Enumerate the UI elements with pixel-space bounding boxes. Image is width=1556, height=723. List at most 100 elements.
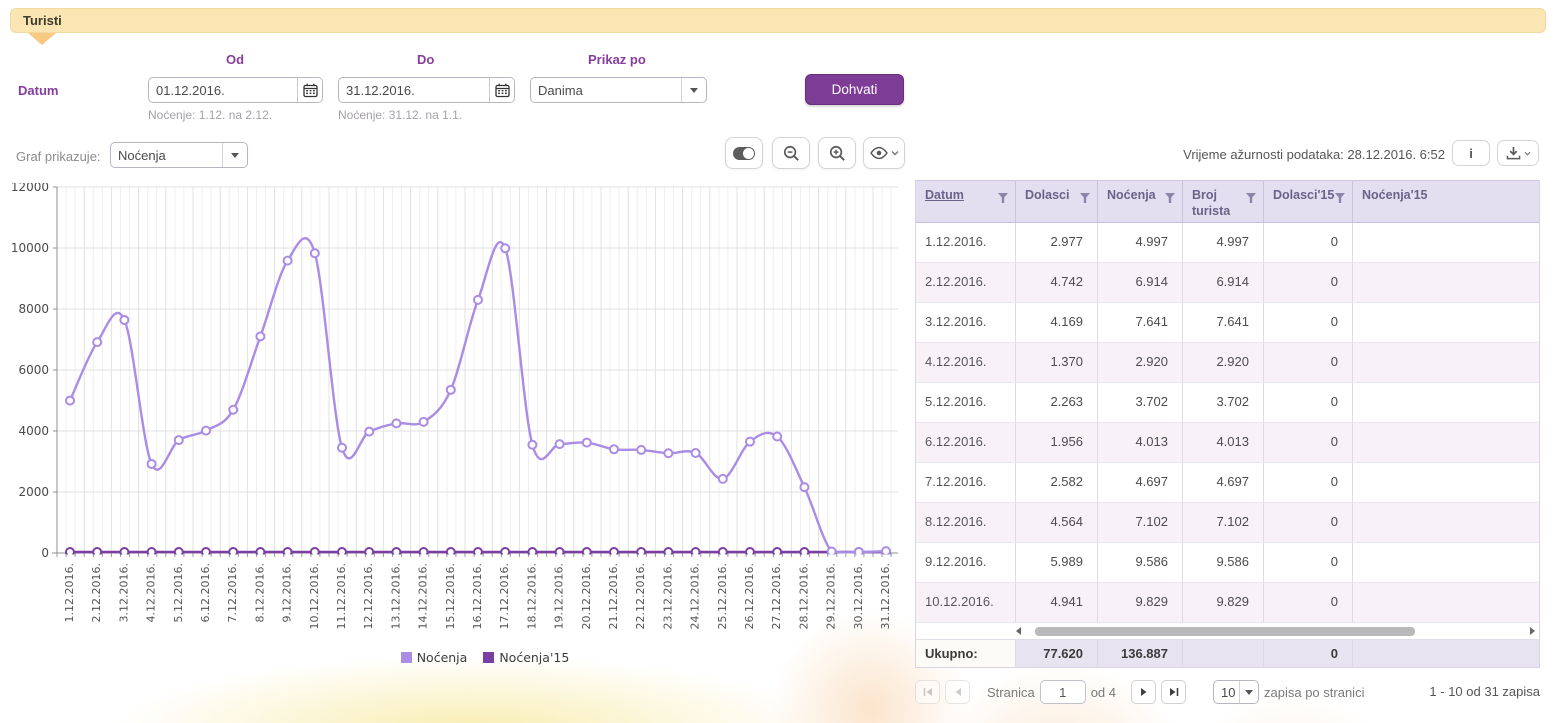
last-page-button[interactable]: [1161, 680, 1186, 704]
data-point-marker[interactable]: [120, 548, 128, 556]
table-row[interactable]: 7.12.2016.2.5824.6974.6970: [916, 463, 1539, 503]
data-point-marker[interactable]: [664, 449, 672, 457]
data-point-marker[interactable]: [583, 548, 591, 556]
first-page-button[interactable]: [915, 680, 940, 704]
data-point-marker[interactable]: [447, 386, 455, 394]
data-point-marker[interactable]: [501, 244, 509, 252]
table-row[interactable]: 3.12.2016.4.1697.6417.6410: [916, 303, 1539, 343]
data-point-marker[interactable]: [202, 427, 210, 435]
legend-item[interactable]: Noćenja: [401, 650, 468, 665]
scrollbar-track[interactable]: [1025, 626, 1526, 637]
table-row[interactable]: 2.12.2016.4.7426.9146.9140: [916, 263, 1539, 303]
data-point-marker[interactable]: [202, 548, 210, 556]
column-header-datum[interactable]: Datum: [916, 181, 1016, 222]
calendar-icon[interactable]: [297, 78, 322, 102]
line-chart[interactable]: 0200040006000800010000120001.12.2016.2.1…: [0, 183, 910, 648]
info-button[interactable]: i: [1452, 140, 1490, 166]
download-button[interactable]: [1497, 140, 1539, 166]
data-point-marker[interactable]: [447, 548, 455, 556]
data-point-marker[interactable]: [773, 432, 781, 440]
data-point-marker[interactable]: [556, 548, 564, 556]
calendar-icon[interactable]: [489, 78, 514, 102]
data-point-marker[interactable]: [692, 449, 700, 457]
data-point-marker[interactable]: [610, 445, 618, 453]
date-to-input[interactable]: [339, 78, 489, 102]
data-point-marker[interactable]: [719, 475, 727, 483]
data-point-marker[interactable]: [365, 548, 373, 556]
table-row[interactable]: 10.12.2016.4.9419.8299.8290: [916, 583, 1539, 623]
prikaz-po-select[interactable]: Danima: [530, 77, 707, 103]
next-page-button[interactable]: [1131, 680, 1156, 704]
data-point-marker[interactable]: [229, 406, 237, 414]
data-point-marker[interactable]: [66, 548, 74, 556]
series-visibility-button[interactable]: [863, 137, 905, 169]
scroll-left-icon[interactable]: [1016, 627, 1021, 635]
legend-item[interactable]: Noćenja'15: [483, 650, 569, 665]
data-point-marker[interactable]: [746, 438, 754, 446]
data-point-marker[interactable]: [501, 548, 509, 556]
data-point-marker[interactable]: [392, 419, 400, 427]
date-from-input[interactable]: [149, 78, 297, 102]
data-point-marker[interactable]: [148, 460, 156, 468]
filter-funnel-icon[interactable]: [998, 193, 1008, 203]
page-number-input[interactable]: [1040, 680, 1086, 704]
graf-prikazuje-select[interactable]: Noćenja: [110, 142, 248, 168]
table-row[interactable]: 8.12.2016.4.5647.1027.1020: [916, 503, 1539, 543]
scrollbar-thumb[interactable]: [1035, 627, 1415, 636]
data-point-marker[interactable]: [311, 249, 319, 257]
data-point-marker[interactable]: [311, 548, 319, 556]
column-header-dolasci[interactable]: Dolasci: [1016, 181, 1098, 222]
data-point-marker[interactable]: [828, 547, 836, 555]
data-point-marker[interactable]: [664, 548, 672, 556]
data-point-marker[interactable]: [256, 332, 264, 340]
data-point-marker[interactable]: [474, 296, 482, 304]
data-point-marker[interactable]: [120, 316, 128, 324]
page-size-select[interactable]: 10: [1213, 680, 1259, 704]
data-point-marker[interactable]: [719, 548, 727, 556]
data-point-marker[interactable]: [637, 548, 645, 556]
table-row[interactable]: 6.12.2016.1.9564.0134.0130: [916, 423, 1539, 463]
data-point-marker[interactable]: [284, 257, 292, 265]
data-point-marker[interactable]: [338, 444, 346, 452]
filter-funnel-icon[interactable]: [1246, 193, 1256, 203]
data-point-marker[interactable]: [93, 548, 101, 556]
scroll-right-icon[interactable]: [1530, 627, 1535, 635]
data-point-marker[interactable]: [746, 548, 754, 556]
data-point-marker[interactable]: [420, 418, 428, 426]
tab-turisti[interactable]: Turisti: [10, 8, 1546, 33]
prev-page-button[interactable]: [945, 680, 970, 704]
data-point-marker[interactable]: [528, 441, 536, 449]
data-point-marker[interactable]: [773, 548, 781, 556]
column-header-dolasci15[interactable]: Dolasci'15: [1264, 181, 1353, 222]
table-row[interactable]: 5.12.2016.2.2633.7023.7020: [916, 383, 1539, 423]
data-point-marker[interactable]: [692, 548, 700, 556]
data-point-marker[interactable]: [229, 548, 237, 556]
table-row[interactable]: 9.12.2016.5.9899.5869.5860: [916, 543, 1539, 583]
data-point-marker[interactable]: [610, 548, 618, 556]
data-point-marker[interactable]: [420, 548, 428, 556]
data-point-marker[interactable]: [882, 547, 890, 555]
column-header-nocenja[interactable]: Noćenja: [1098, 181, 1183, 222]
data-point-marker[interactable]: [148, 548, 156, 556]
data-point-marker[interactable]: [583, 439, 591, 447]
filter-funnel-icon[interactable]: [1080, 193, 1090, 203]
data-point-marker[interactable]: [392, 548, 400, 556]
column-header-nocenja15[interactable]: Noćenja'15: [1353, 181, 1539, 222]
data-point-marker[interactable]: [528, 548, 536, 556]
horizontal-scrollbar[interactable]: [916, 623, 1539, 640]
data-point-marker[interactable]: [800, 483, 808, 491]
data-point-marker[interactable]: [175, 548, 183, 556]
data-point-marker[interactable]: [256, 548, 264, 556]
column-header-broj-turista[interactable]: Broj turista: [1183, 181, 1264, 222]
zoom-out-button[interactable]: [772, 137, 810, 169]
data-point-marker[interactable]: [474, 548, 482, 556]
table-row[interactable]: 4.12.2016.1.3702.9202.9200: [916, 343, 1539, 383]
data-point-marker[interactable]: [284, 548, 292, 556]
data-point-marker[interactable]: [338, 548, 346, 556]
data-point-marker[interactable]: [637, 446, 645, 454]
filter-funnel-icon[interactable]: [1165, 193, 1175, 203]
data-point-marker[interactable]: [365, 428, 373, 436]
data-point-marker[interactable]: [93, 338, 101, 346]
filter-funnel-icon[interactable]: [1335, 193, 1345, 203]
data-point-marker[interactable]: [556, 440, 564, 448]
